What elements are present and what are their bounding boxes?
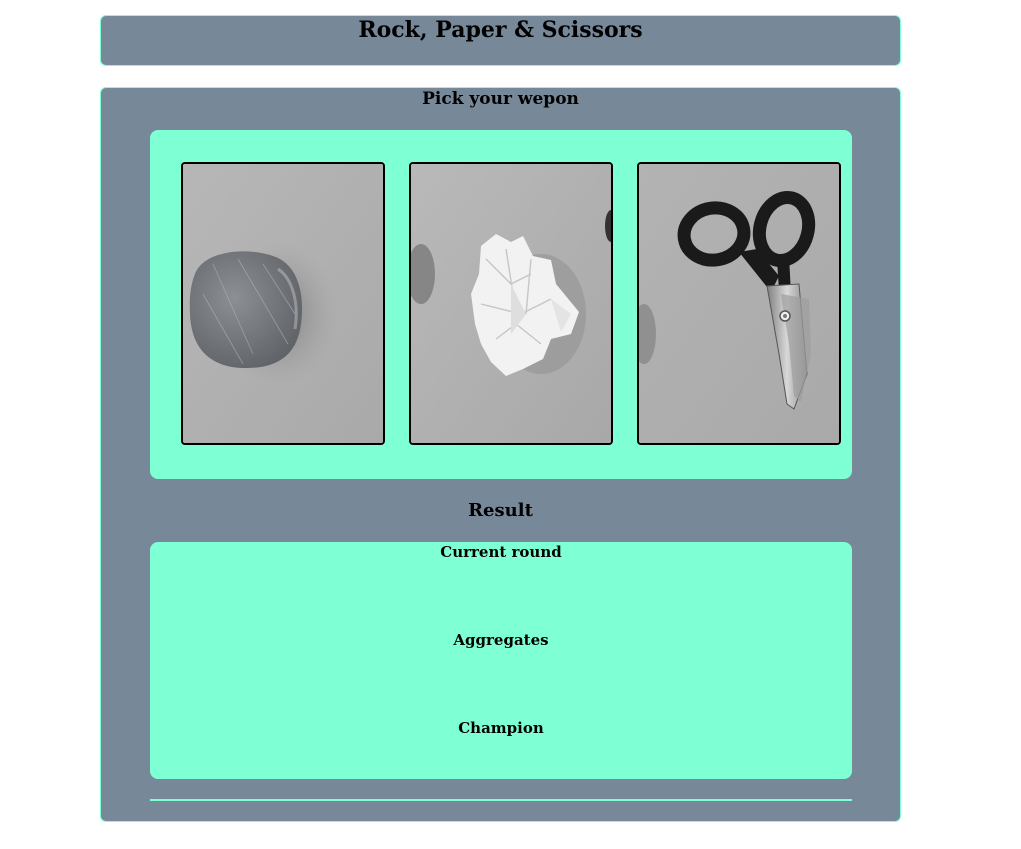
game-panel: Pick your wepon Result Current round Agg…: [100, 87, 901, 822]
page-title: Rock, Paper & Scissors: [358, 17, 643, 43]
rock-weapon-button[interactable]: [181, 162, 385, 445]
rock-image: [183, 164, 383, 443]
paper-weapon-button[interactable]: [409, 162, 613, 445]
page: Rock, Paper & Scissors Pick your wepon R…: [0, 0, 1021, 849]
champion-label: Champion: [458, 719, 544, 737]
header-panel: Rock, Paper & Scissors: [100, 15, 901, 66]
current-round-label: Current round: [440, 543, 562, 561]
divider: [150, 799, 852, 801]
scissors-weapon-button[interactable]: [637, 162, 841, 445]
scissors-image: [639, 164, 839, 443]
result-container: Current round Aggregates Champion: [150, 542, 852, 779]
pick-weapon-heading: Pick your wepon: [422, 89, 579, 109]
weapons-container: [150, 130, 852, 479]
result-heading: Result: [468, 500, 533, 521]
aggregates-label: Aggregates: [453, 631, 549, 649]
crumpled-paper-image: [411, 164, 611, 443]
